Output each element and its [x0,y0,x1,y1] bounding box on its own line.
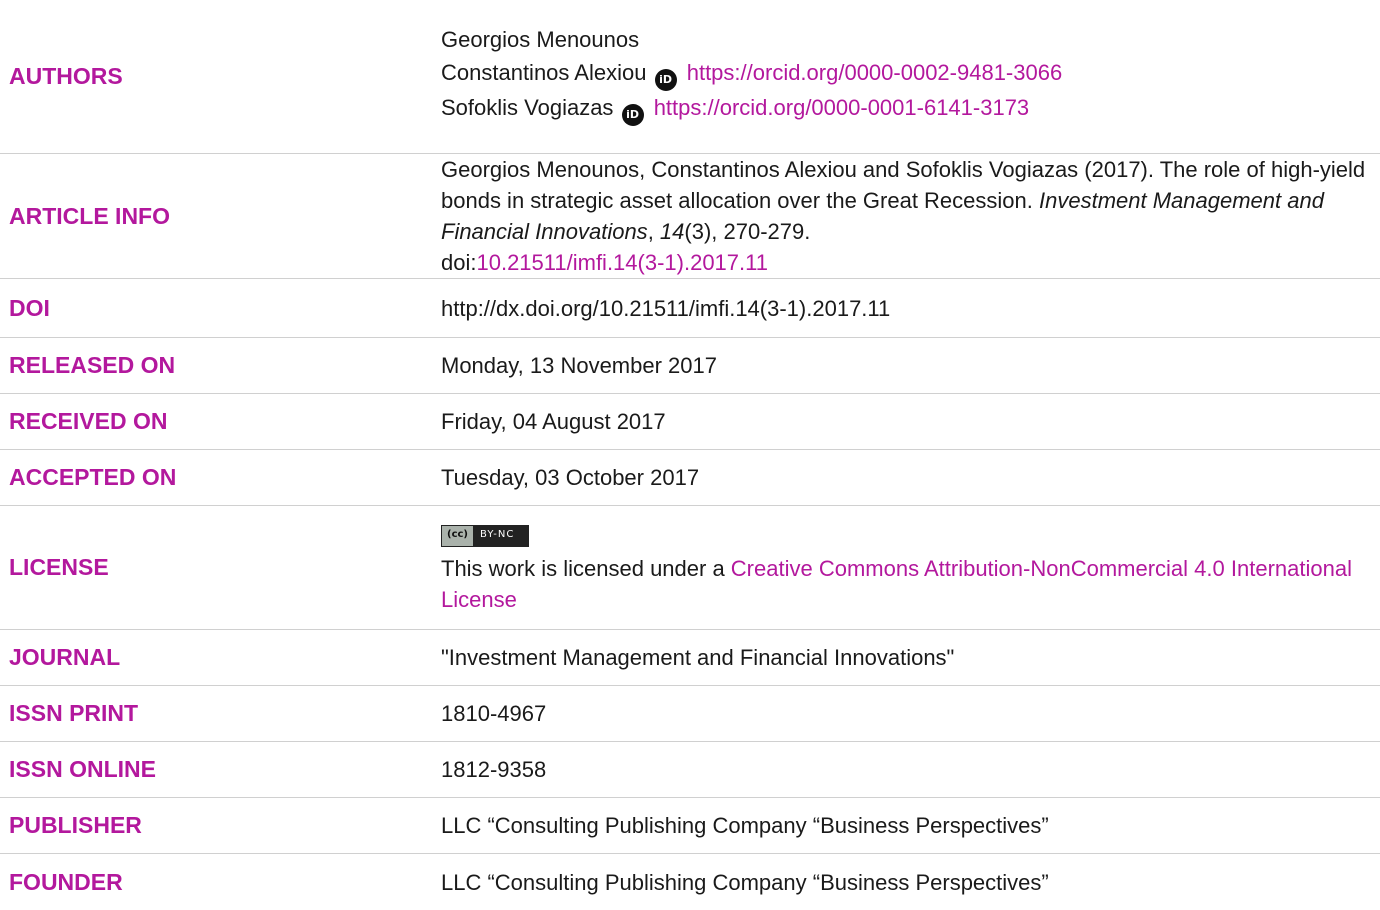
issn-online-value: 1812-9358 [441,757,547,782]
received-on-label: RECEIVED ON [9,408,168,434]
cc-license-badge-icon[interactable]: (cc) BY-NC [441,525,530,547]
founder-label: FOUNDER [9,868,123,895]
released-on-label: RELEASED ON [9,352,176,378]
license-text-prefix: This work is licensed under a [441,556,731,581]
founder-value: LLC “Consulting Publishing Company “Busi… [441,869,1049,895]
row-doi: DOI http://dx.doi.org/10.21511/imfi.14(3… [0,279,1380,338]
authors-value: Georgios Menounos Constantinos Alexiou i… [441,23,1380,126]
row-received-on: RECEIVED ON Friday, 04 August 2017 [0,394,1380,450]
author-item: Sofoklis Vogiazas iD https://orcid.org/0… [441,91,1370,126]
row-license: LICENSE (cc) BY-NC This work is licensed… [0,506,1380,630]
orcid-icon: iD [621,104,644,126]
orcid-link[interactable]: https://orcid.org/0000-0001-6141-3173 [654,95,1029,120]
author-item: Constantinos Alexiou iD https://orcid.or… [441,56,1370,91]
license-text: This work is licensed under a Creative C… [441,553,1370,615]
released-on-value: Monday, 13 November 2017 [441,353,717,378]
accepted-on-label: ACCEPTED ON [9,464,177,490]
license-value: (cc) BY-NC This work is licensed under a… [441,514,1380,615]
article-info-value: Georgios Menounos, Constantinos Alexiou … [441,154,1380,278]
journal-value: "Investment Management and Financial Inn… [441,645,955,670]
citation-doi-prefix: doi: [441,250,477,275]
author-name: Constantinos Alexiou [441,60,647,85]
row-article-info: ARTICLE INFO Georgios Menounos, Constant… [0,154,1380,279]
row-released-on: RELEASED ON Monday, 13 November 2017 [0,338,1380,394]
row-founder: FOUNDER LLC “Consulting Publishing Compa… [0,854,1380,910]
journal-label: JOURNAL [9,644,121,670]
received-on-value: Friday, 04 August 2017 [441,409,666,434]
citation-volume: 14 [659,219,685,244]
row-journal: JOURNAL "Investment Management and Finan… [0,630,1380,686]
cc-badge-left: (cc) [442,526,474,546]
orcid-link[interactable]: https://orcid.org/0000-0002-9481-3066 [687,60,1062,85]
article-metadata-table: AUTHORS Georgios Menounos Constantinos A… [0,0,1380,910]
row-accepted-on: ACCEPTED ON Tuesday, 03 October 2017 [0,450,1380,506]
row-authors: AUTHORS Georgios Menounos Constantinos A… [0,0,1380,154]
issn-online-label: ISSN ONLINE [9,756,156,782]
article-info-label: ARTICLE INFO [9,202,170,229]
doi-label: DOI [9,294,50,321]
issn-print-label: ISSN PRINT [9,700,139,726]
author-item: Georgios Menounos [441,23,1370,56]
authors-label: AUTHORS [9,63,123,89]
doi-value: http://dx.doi.org/10.21511/imfi.14(3-1).… [441,295,891,321]
citation-doi-link[interactable]: 10.21511/imfi.14(3-1).2017.11 [476,250,768,275]
license-label: LICENSE [9,554,109,580]
orcid-icon: iD [654,69,677,91]
citation-issue-pages: (3), 270-279. [684,219,811,244]
accepted-on-value: Tuesday, 03 October 2017 [441,465,700,490]
cc-badge-right: BY-NC [480,529,515,540]
issn-print-value: 1810-4967 [441,701,547,726]
publisher-value: LLC “Consulting Publishing Company “Busi… [441,813,1049,838]
author-name: Georgios Menounos [441,27,640,52]
row-publisher: PUBLISHER LLC “Consulting Publishing Com… [0,798,1380,854]
citation-separator: , [647,219,660,244]
author-name: Sofoklis Vogiazas [441,95,614,120]
row-issn-print: ISSN PRINT 1810-4967 [0,686,1380,742]
publisher-label: PUBLISHER [9,812,142,838]
row-issn-online: ISSN ONLINE 1812-9358 [0,742,1380,798]
